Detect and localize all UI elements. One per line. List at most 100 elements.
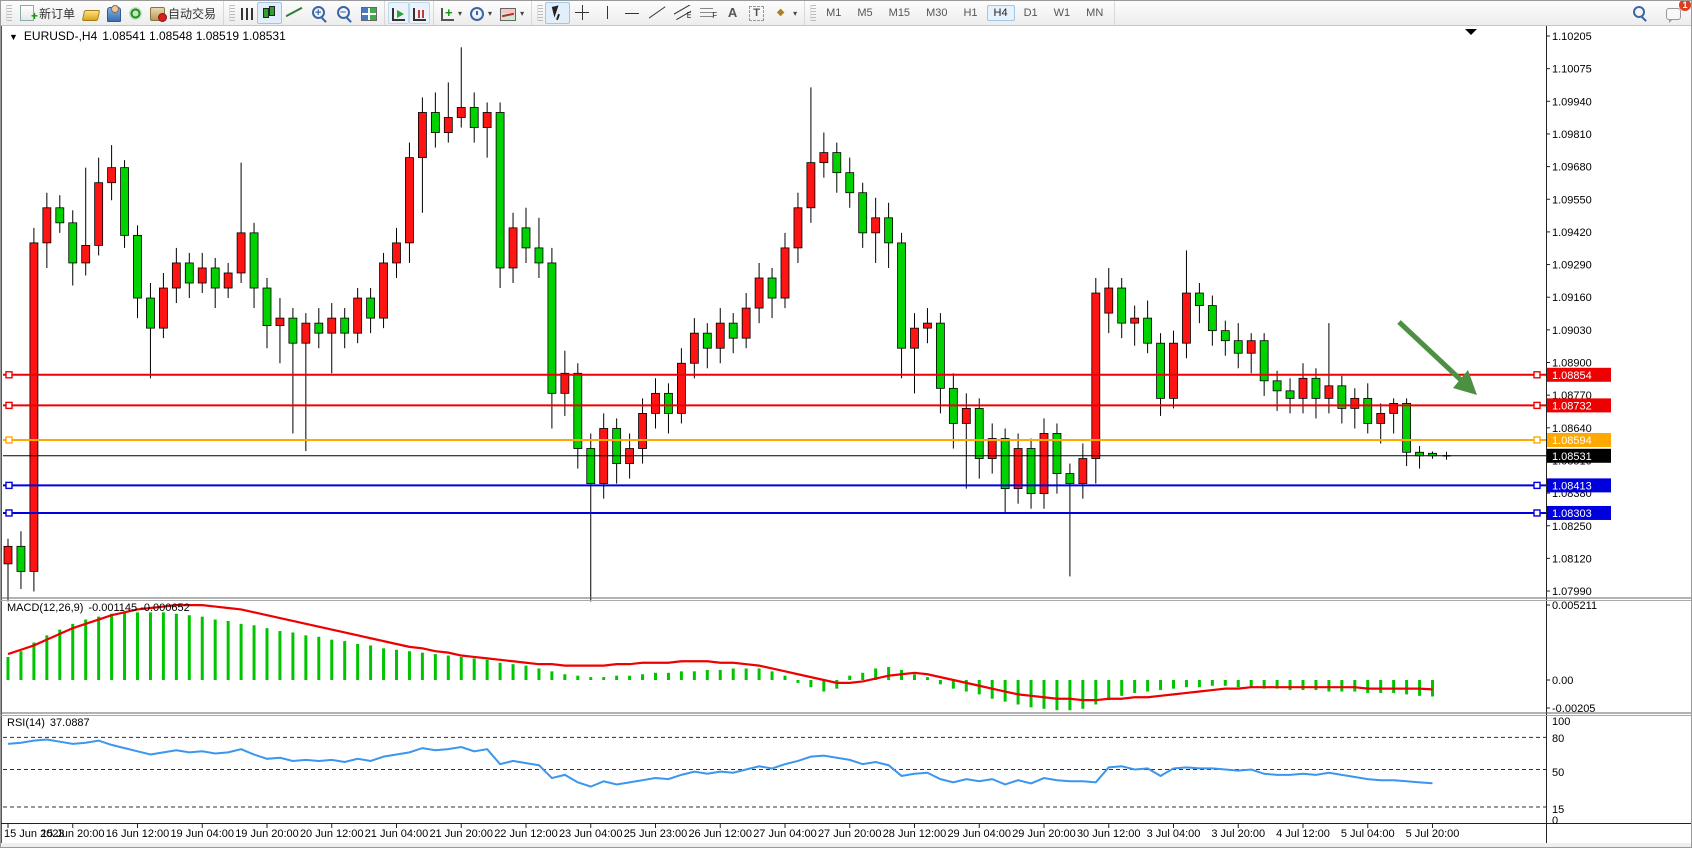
candle-body	[185, 263, 193, 283]
time-axis-label: 27 Jun 20:00	[818, 828, 882, 840]
search-button[interactable]	[1627, 2, 1652, 24]
cursor-button[interactable]	[545, 2, 570, 24]
vertical-line-button[interactable]	[595, 2, 620, 24]
add-indicator-button[interactable]: ▾	[437, 2, 466, 24]
price-axis-label: 1.07990	[1552, 586, 1592, 598]
level-handle-left[interactable]	[6, 402, 12, 408]
level-handle-left[interactable]	[6, 510, 12, 516]
candle-body	[444, 118, 452, 133]
candle-body	[716, 323, 724, 348]
level-handle-left[interactable]	[6, 437, 12, 443]
chat-button[interactable]: 1	[1662, 2, 1685, 24]
line-chart-button[interactable]	[282, 2, 307, 24]
timeframe-button-m5[interactable]: M5	[850, 5, 879, 21]
chart-shift-button[interactable]	[409, 2, 430, 24]
candle-body	[1221, 331, 1229, 341]
time-axis-label: 5 Jul 04:00	[1341, 828, 1395, 840]
fibonacci-button[interactable]: F	[695, 2, 720, 24]
text-button[interactable]: A	[720, 2, 745, 24]
timeframe-button-h1[interactable]: H1	[956, 5, 984, 21]
zoom-out-button[interactable]	[332, 2, 357, 24]
toolbar-group-standard: 新订单 自动交易	[1, 1, 224, 25]
new-order-label: 新订单	[39, 5, 75, 22]
price-level-badge-text: 1.08303	[1552, 508, 1592, 520]
level-handle-right[interactable]	[1534, 372, 1540, 378]
macd-indicator-label: MACD(12,26,9)-0.001145 -0.000652	[7, 602, 190, 614]
candle-body	[56, 208, 64, 223]
add-indicator-icon	[441, 8, 454, 21]
candle-body	[664, 393, 672, 413]
candle-body	[703, 333, 711, 348]
toolbar-group-scroll	[385, 1, 434, 25]
toolbar-grip[interactable]	[537, 5, 543, 21]
template-icon	[500, 8, 516, 21]
dropdown-arrow-icon: ▾	[520, 9, 524, 18]
channel-icon: E	[674, 5, 691, 21]
data-window-button[interactable]	[103, 2, 125, 24]
candle-body	[1377, 413, 1385, 423]
time-axis-label: 4 Jul 12:00	[1276, 828, 1330, 840]
tile-windows-icon	[361, 7, 377, 21]
chart-title-overlay: ▼EURUSD-,H41.08541 1.08548 1.08519 1.085…	[9, 29, 286, 43]
price-level-badge-text: 1.08531	[1552, 451, 1592, 463]
toolbar-grip[interactable]	[229, 5, 235, 21]
timeframe-button-m30[interactable]: M30	[919, 5, 954, 21]
market-watch-icon	[82, 10, 100, 21]
toolbar-grip[interactable]	[6, 5, 12, 21]
rsi-axis-label: 0	[1552, 815, 1558, 827]
macd-values: -0.001145 -0.000652	[88, 602, 189, 614]
chart-surface[interactable]: 1.102051.100751.099401.098101.096801.095…	[1, 1, 1692, 848]
time-axis-label: 29 Jun 04:00	[947, 828, 1011, 840]
candle-body	[224, 273, 232, 288]
toolbar-grip[interactable]	[810, 5, 816, 21]
tile-windows-button[interactable]	[357, 2, 381, 24]
text-label-button[interactable]: T	[745, 2, 768, 24]
periods-button[interactable]: ▾	[466, 2, 496, 24]
time-axis-label: 15 Jun 20:00	[41, 828, 105, 840]
candle-body	[1066, 474, 1074, 484]
level-handle-left[interactable]	[6, 372, 12, 378]
candle-body	[393, 243, 401, 263]
time-axis-label: 29 Jun 20:00	[1012, 828, 1076, 840]
arrows-button[interactable]: ◆▾	[768, 2, 801, 24]
candle-body	[1118, 288, 1126, 323]
price-axis-label: 1.09030	[1552, 325, 1592, 337]
level-handle-left[interactable]	[6, 482, 12, 488]
timeframe-button-h4[interactable]: H4	[987, 5, 1015, 21]
candle-body	[380, 263, 388, 318]
timeframe-button-m1[interactable]: M1	[819, 5, 848, 21]
templates-button[interactable]: ▾	[496, 2, 528, 24]
candlestick-chart-button[interactable]	[257, 2, 282, 24]
candle-body	[483, 112, 491, 127]
level-handle-right[interactable]	[1534, 437, 1540, 443]
candle-body	[936, 323, 944, 388]
chevron-down-icon[interactable]: ▼	[9, 32, 18, 42]
timeframe-button-w1[interactable]: W1	[1047, 5, 1078, 21]
crosshair-button[interactable]	[570, 2, 595, 24]
timeframe-button-mn[interactable]: MN	[1079, 5, 1110, 21]
level-handle-right[interactable]	[1534, 510, 1540, 516]
time-axis-label: 20 Jun 12:00	[300, 828, 364, 840]
bar-chart-button[interactable]	[237, 2, 257, 24]
new-order-button[interactable]: 新订单	[14, 2, 79, 24]
candle-body	[315, 323, 323, 333]
timeframe-button-m15[interactable]: M15	[882, 5, 917, 21]
timeframe-button-d1[interactable]: D1	[1017, 5, 1045, 21]
level-handle-right[interactable]	[1534, 402, 1540, 408]
level-handle-right[interactable]	[1534, 482, 1540, 488]
market-watch-button[interactable]	[79, 2, 103, 24]
trendline-button[interactable]	[645, 2, 670, 24]
zoom-in-button[interactable]	[307, 2, 332, 24]
candle-body	[833, 153, 841, 173]
time-axis-label: 19 Jun 20:00	[235, 828, 299, 840]
channel-button[interactable]: E	[670, 2, 695, 24]
candle-body	[1416, 452, 1424, 456]
candle-body	[729, 323, 737, 338]
rsi-axis-label: 50	[1552, 767, 1564, 779]
candle-body	[121, 168, 129, 236]
auto-scroll-button[interactable]	[388, 2, 409, 24]
horizontal-line-button[interactable]	[620, 2, 645, 24]
candle-body	[781, 248, 789, 298]
auto-trading-button[interactable]: 自动交易	[146, 2, 220, 24]
navigator-button[interactable]	[125, 2, 146, 24]
